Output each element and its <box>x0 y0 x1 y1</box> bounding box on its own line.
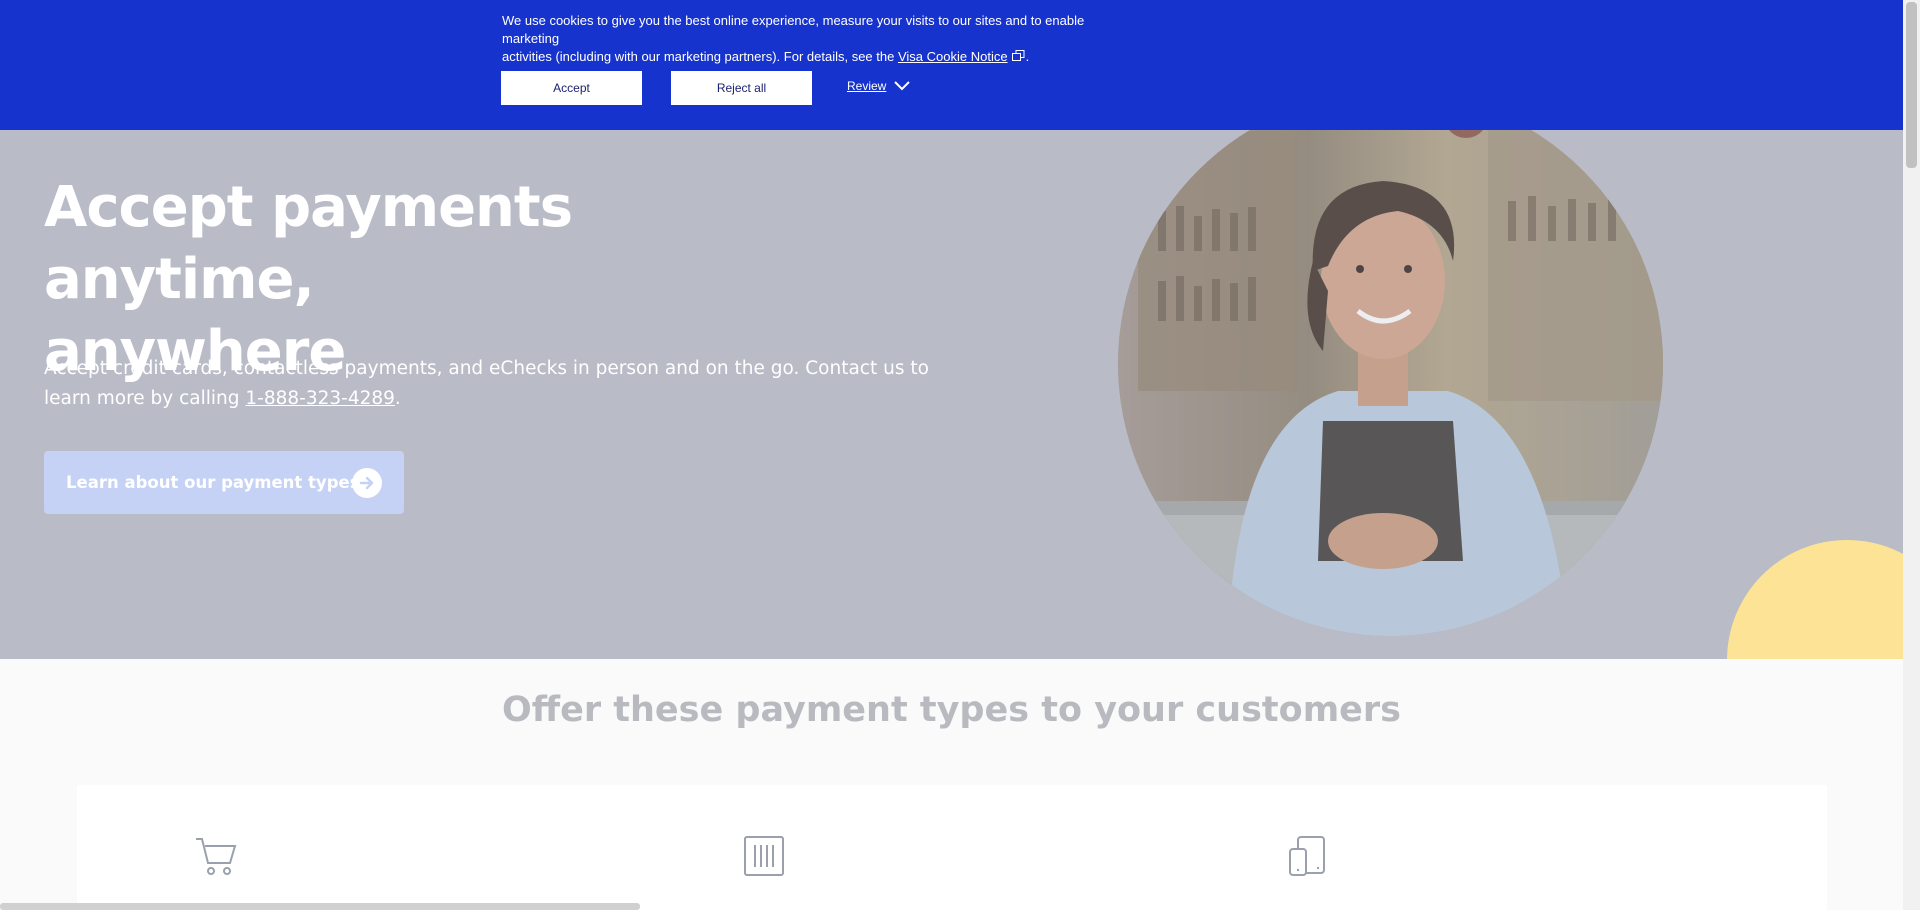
payment-types-card <box>77 785 1827 910</box>
learn-payment-types-label: Learn about our payment types <box>66 473 360 492</box>
chevron-down-icon <box>894 81 911 91</box>
payment-section-title: Offer these payment types to your custom… <box>502 690 1401 730</box>
merchant-photo-illustration <box>1118 91 1663 636</box>
mobile-devices-icon <box>1288 835 1328 881</box>
arrow-right-circle-icon <box>352 468 382 498</box>
review-label: Review <box>847 79 887 93</box>
hero-description-text: Accept credit cards, contactless payment… <box>44 358 929 409</box>
shopping-cart-icon <box>194 835 238 881</box>
cookie-banner: We use cookies to give you the best onli… <box>0 0 1903 130</box>
hero-title-line1: Accept payments anytime, <box>44 175 573 312</box>
merchant-photo <box>1118 91 1663 636</box>
barcode-terminal-icon <box>743 835 785 881</box>
decorative-yellow-circle <box>1727 540 1903 659</box>
cookie-text-line1: We use cookies to give you the best onli… <box>502 13 1085 46</box>
cookie-banner-text: We use cookies to give you the best onli… <box>502 12 1142 66</box>
review-cookies-button[interactable]: Review <box>847 79 911 93</box>
cookie-text-period: . <box>1025 49 1030 64</box>
cookie-notice-link[interactable]: Visa Cookie Notice <box>898 49 1008 64</box>
hero-description-period: . <box>394 388 401 409</box>
vertical-scrollbar-thumb[interactable] <box>1906 2 1917 168</box>
accept-cookies-button[interactable]: Accept <box>501 71 642 105</box>
learn-payment-types-button[interactable]: Learn about our payment types <box>44 451 404 514</box>
cookie-text-line2: activities (including with our marketing… <box>502 49 895 64</box>
reject-all-cookies-button[interactable]: Reject all <box>671 71 812 105</box>
external-link-icon <box>1011 49 1025 61</box>
horizontal-scrollbar-thumb[interactable] <box>0 903 640 910</box>
hero-description: Accept credit cards, contactless payment… <box>44 354 944 414</box>
phone-link[interactable]: 1-888-323-4289 <box>245 388 395 409</box>
